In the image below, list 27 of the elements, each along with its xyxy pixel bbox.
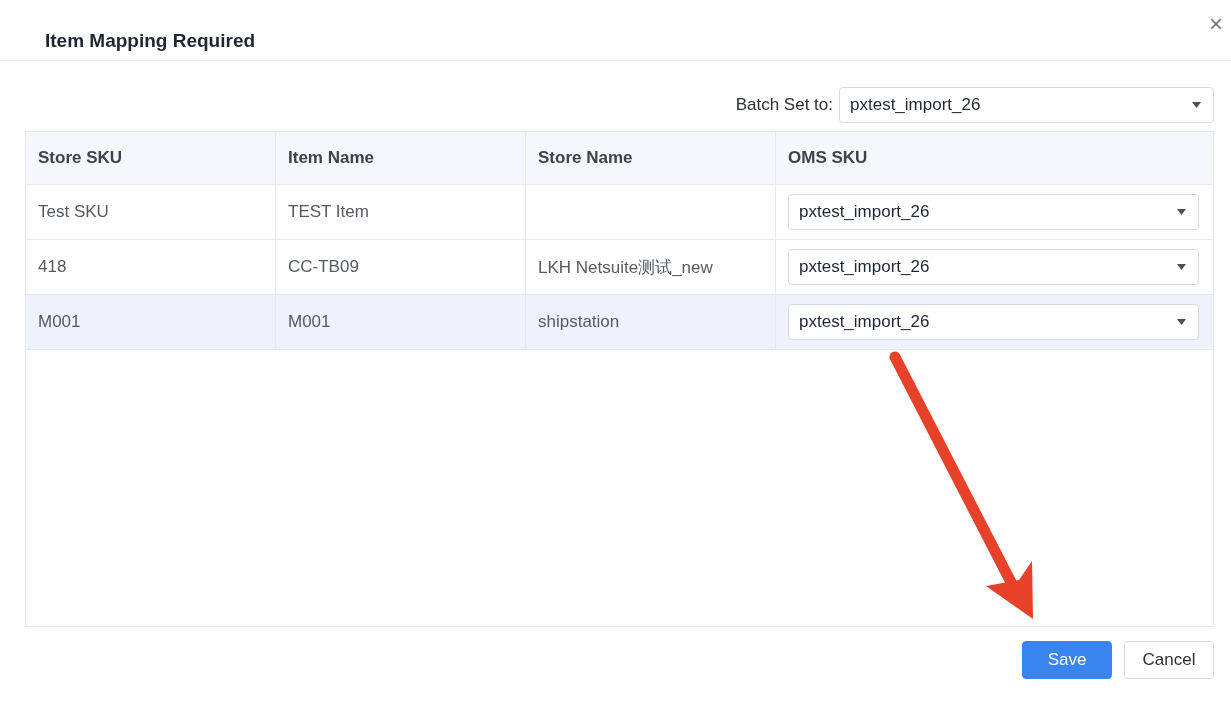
table-cell: M001 <box>38 312 81 332</box>
table-cell: CC-TB09 <box>288 257 359 277</box>
table-cell: shipstation <box>538 312 620 332</box>
table-row[interactable]: 418 CC-TB09 LKH Netsuite测试_new pxtest_import_26 <box>26 240 1213 295</box>
table-cell-text: LKH Netsuite测试_new <box>538 256 713 279</box>
table-cell: 418 <box>38 257 67 277</box>
dialog-title: Item Mapping Required <box>45 30 256 52</box>
caret-icon <box>1177 264 1186 270</box>
column-header: OMS SKU <box>787 147 869 169</box>
table-row[interactable]: M001 M001 shipstation pxtest_import_26 <box>26 295 1213 350</box>
save-button[interactable]: Save <box>1022 641 1112 679</box>
oms-sku-select[interactable]: pxtest_import_26 <box>788 194 1199 230</box>
oms-sku-select[interactable]: pxtest_import_26 <box>788 304 1199 340</box>
caret-icon <box>1177 319 1186 325</box>
table-row[interactable]: Test SKU TEST Item pxtest_import_26 <box>26 185 1213 240</box>
column-header: Store SKU <box>26 132 276 184</box>
table-cell: Test SKU <box>38 202 109 222</box>
cancel-button[interactable]: Cancel <box>1124 641 1214 679</box>
caret-icon <box>1192 101 1201 108</box>
oms-sku-select[interactable]: pxtest_import_26 <box>788 249 1199 285</box>
batch-set-select[interactable]: pxtest_import_26 <box>839 86 1214 123</box>
caret-icon <box>1177 209 1186 215</box>
batch-set-label: Batch Set to: <box>735 94 833 115</box>
column-header: Store Name <box>526 132 776 184</box>
table-cell: TEST Item <box>288 202 369 222</box>
column-header: Item Name <box>276 132 526 184</box>
table-cell: M001 <box>288 312 331 332</box>
